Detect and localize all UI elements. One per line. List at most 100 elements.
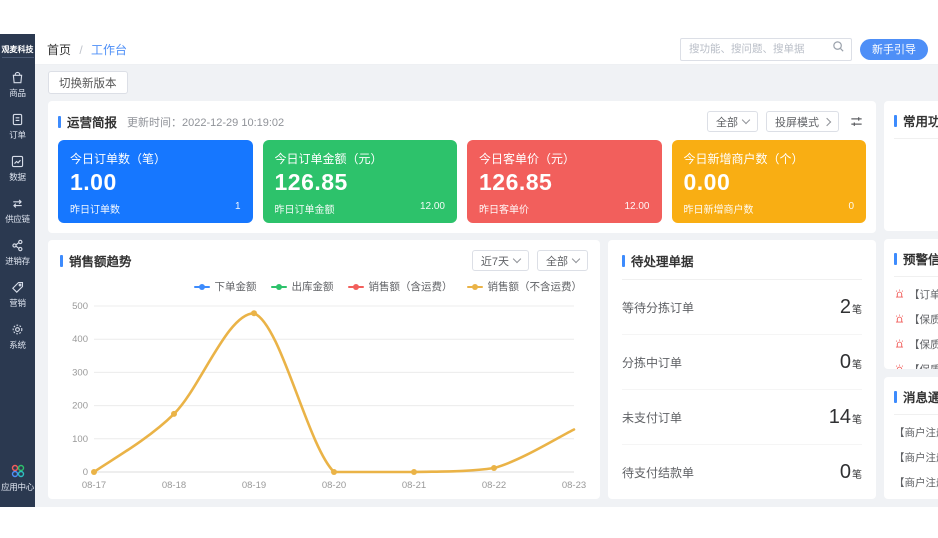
- pending-row-sorting[interactable]: 分拣中订单 0笔: [622, 335, 862, 390]
- sidebar-item-label: 进销存: [5, 255, 30, 267]
- cast-mode-button[interactable]: 投屏模式: [766, 111, 839, 132]
- legend-item-sales-without-freight[interactable]: 销售额（不含运费）: [467, 279, 583, 294]
- svg-text:08-22: 08-22: [482, 480, 506, 489]
- stat-cards-row: 今日订单数（笔） 1.00 昨日订单数1 今日订单金额（元） 126.85 昨日…: [58, 140, 866, 223]
- alert-item[interactable]: 【订单】: [894, 287, 938, 302]
- notice-item[interactable]: 【商户注册】: [894, 425, 938, 440]
- stat-card-title: 今日订单数（笔）: [70, 150, 241, 167]
- stat-card-footer-value: 12.00: [624, 201, 649, 216]
- stat-card-footer-label: 昨日客单价: [479, 201, 529, 216]
- sidebar-item-app-center[interactable]: 应用中心: [1, 463, 34, 493]
- alert-text: 【保质期: [909, 312, 938, 327]
- notice-item[interactable]: 【商户注册】: [894, 475, 938, 490]
- notice-text: 【商户注册】: [894, 475, 938, 490]
- legend-marker: [194, 286, 210, 288]
- pending-row-waiting-sorting[interactable]: 等待分拣订单 2笔: [622, 280, 862, 335]
- breadcrumb-separator: /: [79, 43, 82, 57]
- svg-text:500: 500: [72, 301, 88, 312]
- svg-text:300: 300: [72, 367, 88, 378]
- stat-card-footer-label: 昨日新增商户数: [684, 201, 754, 216]
- svg-text:200: 200: [72, 401, 88, 412]
- svg-text:100: 100: [72, 434, 88, 445]
- legend-item-order-amount[interactable]: 下单金额: [194, 279, 257, 294]
- stat-card-today-price[interactable]: 今日客单价（元） 126.85 昨日客单价12.00: [467, 140, 662, 223]
- button-label: 投屏模式: [775, 114, 819, 130]
- brand-logo[interactable]: 观麦科技: [2, 44, 34, 58]
- sales-trend-chart[interactable]: 010020030040050008-1708-1808-1908-2008-2…: [60, 296, 588, 489]
- pending-label: 未支付订单: [622, 409, 682, 426]
- pending-unit: 笔: [852, 305, 862, 316]
- sidebar-item-label: 订单: [9, 129, 25, 141]
- alert-text: 【保质期: [909, 337, 938, 352]
- pending-unit: 笔: [852, 415, 862, 426]
- legend-marker: [271, 286, 287, 288]
- sidebar-item-label: 应用中心: [1, 481, 34, 493]
- breadcrumb-home[interactable]: 首页: [47, 43, 71, 57]
- chevron-down-icon: [513, 255, 521, 263]
- legend-label: 销售额（含运费）: [369, 279, 453, 294]
- range-7days-dropdown[interactable]: 近7天: [472, 250, 529, 271]
- legend-marker: [467, 286, 483, 288]
- pending-row-unpaid-orders[interactable]: 未支付订单 14笔: [622, 390, 862, 445]
- alert-item[interactable]: 【保质期: [894, 362, 938, 369]
- alert-item[interactable]: 【保质期: [894, 337, 938, 352]
- stat-card-title: 今日订单金额（元）: [275, 150, 446, 167]
- chevron-down-icon: [742, 116, 750, 124]
- bag-icon: [10, 70, 25, 85]
- pending-value: 2: [840, 296, 851, 318]
- legend-item-outbound-amount[interactable]: 出库金额: [271, 279, 334, 294]
- pending-value: 0: [840, 461, 851, 483]
- alerts-title: 预警信息: [903, 249, 938, 268]
- alarm-icon: [894, 288, 905, 302]
- svg-text:08-20: 08-20: [322, 480, 346, 489]
- search-input[interactable]: [687, 42, 832, 56]
- sidebar-item-label: 商品: [9, 87, 25, 99]
- stat-card-today-amount[interactable]: 今日订单金额（元） 126.85 昨日订单金额12.00: [263, 140, 458, 223]
- gear-icon: [10, 322, 25, 337]
- stat-card-footer-label: 昨日订单金额: [275, 201, 335, 216]
- sidebar-item-supply-chain[interactable]: 供应链: [5, 196, 30, 225]
- alert-item[interactable]: 【保质期: [894, 312, 938, 327]
- svg-text:08-23: 08-23: [562, 480, 586, 489]
- stat-card-title: 今日客单价（元）: [479, 150, 650, 167]
- briefing-updated-time: 更新时间：2022-12-29 10:19:02: [127, 114, 284, 130]
- notices-panel: 消息通知 【商户注册】 【商户注册】 【商户注册】 【商户注册】: [884, 377, 938, 499]
- alert-text: 【订单】: [909, 287, 938, 302]
- pending-value: 0: [840, 351, 851, 373]
- trend-title: 销售额趋势: [69, 251, 132, 270]
- pending-value: 14: [829, 406, 851, 428]
- legend-label: 下单金额: [215, 279, 257, 294]
- breadcrumb-current[interactable]: 工作台: [91, 43, 127, 57]
- chart-icon: [10, 154, 25, 169]
- stat-card-today-orders[interactable]: 今日订单数（笔） 1.00 昨日订单数1: [58, 140, 253, 223]
- sidebar-item-orders[interactable]: 订单: [9, 112, 25, 141]
- sidebar-item-data[interactable]: 数据: [9, 154, 25, 183]
- trend-filter-dropdown[interactable]: 全部: [537, 250, 588, 271]
- pending-row-unpaid-settlement[interactable]: 待支付结款单 0笔: [622, 445, 862, 499]
- breadcrumb: 首页 / 工作台: [47, 41, 127, 58]
- legend-item-sales-with-freight[interactable]: 销售额（含运费）: [348, 279, 453, 294]
- sidebar-item-label: 数据: [9, 171, 25, 183]
- sales-trend-panel: 销售额趋势 近7天 全部: [48, 240, 600, 499]
- notice-item[interactable]: 【商户注册】: [894, 450, 938, 465]
- chevron-right-icon: [823, 117, 831, 125]
- content-area: 切换新版本 运营简报 更新时间：2022-12-29 10:19:02: [35, 65, 938, 507]
- sidebar-item-marketing[interactable]: 营销: [9, 280, 25, 309]
- sidebar-item-system[interactable]: 系统: [9, 322, 25, 351]
- global-search: [680, 38, 852, 61]
- stat-card-new-merchants[interactable]: 今日新增商户数（个） 0.00 昨日新增商户数0: [672, 140, 867, 223]
- alerts-panel: 预警信息 【订单】 【保质期 【保质期 【保质期: [884, 239, 938, 369]
- chart-legend: 下单金额 出库金额 销售额（含运费） 销售额（不含运费）: [60, 279, 582, 294]
- svg-text:08-21: 08-21: [402, 480, 426, 489]
- svg-text:08-17: 08-17: [82, 480, 106, 489]
- app-window: 观麦科技 商品 订单 数据 供应链 进销存 营销 系统: [0, 34, 938, 507]
- beginner-guide-button[interactable]: 新手引导: [860, 39, 928, 60]
- right-column: 常用功能 预警信息 【订单】 【保质期 【保质期 【保质期 消息通知 【商户注册…: [884, 101, 938, 499]
- briefing-title: 运营简报: [67, 112, 117, 131]
- sliders-icon[interactable]: [847, 112, 866, 131]
- briefing-filter-dropdown[interactable]: 全部: [707, 111, 758, 132]
- sidebar-item-goods[interactable]: 商品: [9, 70, 25, 99]
- switch-version-button[interactable]: 切换新版本: [48, 71, 128, 94]
- sidebar-item-inventory[interactable]: 进销存: [5, 238, 30, 267]
- magnifier-icon[interactable]: [832, 40, 845, 58]
